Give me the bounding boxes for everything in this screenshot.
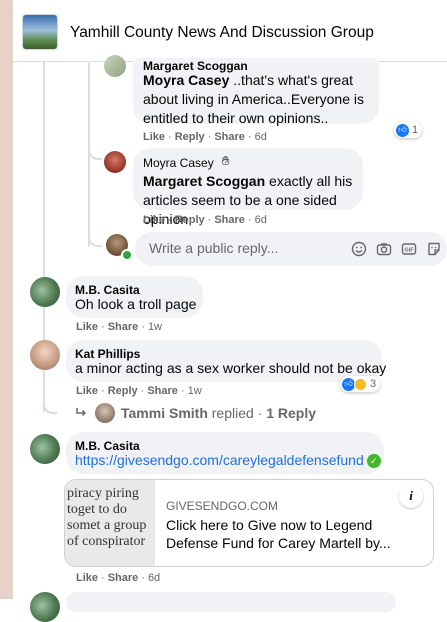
comment-author[interactable]: Moyra Casey [143, 156, 214, 170]
replies-connector [43, 372, 57, 414]
comment-text: Oh look a troll page [75, 296, 197, 312]
avatar[interactable] [30, 340, 60, 370]
link-preview-image: piracy piring toget to do somet a group … [65, 480, 155, 566]
online-status-dot [121, 249, 133, 261]
comment-actions: Like · Reply · Share · 1w [76, 385, 202, 397]
info-icon[interactable]: i [399, 484, 423, 508]
comment-author[interactable]: M.B. Casita [75, 439, 140, 453]
timestamp[interactable]: 1w [148, 321, 162, 333]
reply-input-box: GIF [135, 232, 447, 266]
emoji-icon[interactable] [351, 241, 367, 257]
comment-bubble: M.B. Casita https://givesendgo.com/carey… [66, 432, 384, 474]
replier-name: Tammi Smith [121, 405, 208, 421]
timestamp[interactable]: 6d [255, 131, 267, 143]
wave-icon: ✋︎ [222, 153, 230, 168]
avatar[interactable] [30, 277, 60, 307]
avatar[interactable] [104, 151, 126, 173]
reply-connector [88, 146, 102, 160]
reply-input[interactable] [147, 239, 341, 257]
avatar[interactable] [95, 403, 115, 423]
sticker-icon[interactable] [426, 241, 442, 257]
gif-icon[interactable]: GIF [401, 241, 417, 257]
reply-connector [88, 229, 102, 247]
comment-bubble: Moyra Casey ✋︎ Margaret Scoggan exactly … [133, 148, 363, 227]
svg-text:GIF: GIF [404, 248, 414, 254]
like-button[interactable]: Like [76, 321, 98, 333]
comment-bubble: Kat Phillips a minor acting as a sex wor… [66, 340, 386, 382]
group-header: Yamhill County News And Discussion Group [13, 0, 447, 62]
group-title[interactable]: Yamhill County News And Discussion Group [70, 24, 374, 42]
like-button[interactable]: Like [143, 214, 165, 226]
share-button[interactable]: Share [147, 385, 178, 397]
mention-link[interactable]: Margaret Scoggan [143, 173, 265, 189]
reaction-summary[interactable]: 👍︎ 3 [340, 376, 381, 392]
link-title: Click here to Give now to Legend Defense… [166, 517, 391, 551]
comment-text: a minor acting as a sex worker should no… [75, 360, 387, 376]
share-button[interactable]: Share [214, 214, 245, 226]
share-button[interactable]: Share [214, 131, 245, 143]
timestamp[interactable]: 6d [148, 572, 160, 584]
share-button[interactable]: Share [108, 321, 139, 333]
avatar[interactable] [30, 592, 60, 622]
comment-actions: Like · Reply · Share · 6d [143, 131, 267, 143]
reply-button[interactable]: Reply [175, 214, 205, 226]
link-domain: GIVESENDGO.COM [166, 499, 279, 513]
comment-bubble [66, 592, 396, 612]
timestamp[interactable]: 1w [188, 385, 202, 397]
replied-label: replied · [207, 405, 267, 421]
comment-url-link[interactable]: https://givesendgo.com/careylegaldefense… [75, 452, 364, 468]
haha-reaction-icon [354, 377, 367, 391]
avatar[interactable] [30, 434, 60, 464]
verified-check-icon: ✓ [366, 453, 381, 468]
like-reaction-icon: 👍︎ [396, 123, 409, 137]
comment-actions: Like · Share · 1w [76, 321, 162, 333]
view-replies-link[interactable]: Tammi Smith replied · 1 Reply [121, 405, 316, 421]
reply-button[interactable]: Reply [108, 385, 138, 397]
link-preview-card[interactable]: piracy piring toget to do somet a group … [64, 479, 434, 567]
group-avatar[interactable] [22, 14, 58, 50]
like-button[interactable]: Like [76, 385, 98, 397]
reply-arrow-icon [76, 408, 87, 417]
left-border-strip [0, 0, 13, 599]
thumbnail-text: piracy piring toget to do somet a group … [67, 486, 147, 549]
comment-bubble: M.B. Casita Oh look a troll page [66, 276, 203, 318]
reaction-count: 3 [370, 378, 377, 390]
mention-link[interactable]: Moyra Casey [143, 72, 229, 88]
timestamp[interactable]: 6d [255, 214, 267, 226]
comment-actions: Like · Reply · Share · 6d [143, 214, 267, 226]
like-button[interactable]: Like [143, 131, 165, 143]
reaction-summary[interactable]: 👍︎ 1 [394, 122, 423, 138]
replies-count: 1 Reply [266, 405, 317, 421]
reaction-count: 1 [412, 124, 419, 136]
comment-bubble: Margaret Scoggan Moyra Casey ..that's wh… [133, 58, 379, 126]
comment-actions: Like · Share · 6d [76, 572, 161, 584]
share-button[interactable]: Share [108, 572, 139, 584]
like-button[interactable]: Like [76, 572, 98, 584]
reply-button[interactable]: Reply [175, 131, 205, 143]
camera-icon[interactable] [376, 241, 392, 257]
avatar[interactable] [104, 55, 126, 77]
